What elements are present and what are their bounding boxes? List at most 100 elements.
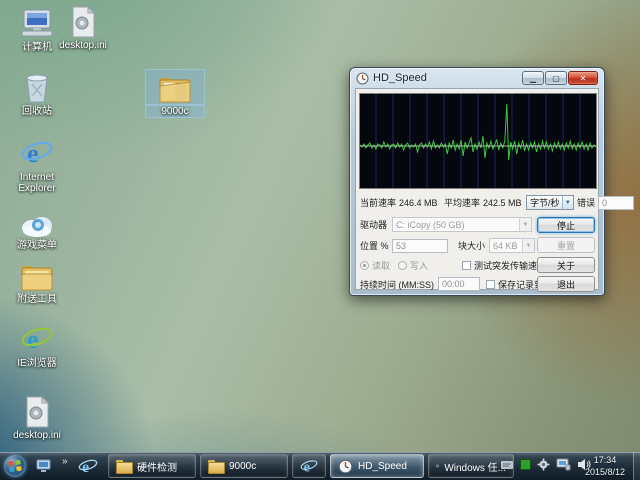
save-checkbox[interactable] (486, 279, 495, 289)
taskbar-button-hardware-check[interactable]: 硬件检测 (108, 454, 196, 478)
rates-row: 当前速率 246.4 MB 平均速率 242.5 MB 字节/秒 ▼ 错误 0 (360, 195, 635, 210)
folder-icon (116, 459, 133, 474)
desktop-icon-ini-top[interactable]: desktop.ini (54, 4, 112, 51)
start-button[interactable] (4, 455, 26, 477)
mode-row: 读取 写入 测试突发传输速率 (360, 259, 546, 272)
desktop-icon-game-menu[interactable]: 游戏菜单 (8, 204, 66, 251)
desktop-icon-label: 附送工具 (17, 294, 57, 305)
desktop-icon-recycle-bin[interactable]: 回收站 (8, 70, 66, 117)
task-manager-icon (436, 464, 440, 468)
block-size-value: 64 KB (493, 240, 518, 251)
taskbar-button-9000c[interactable]: 9000c (200, 454, 288, 478)
desktop-icon-label: Internet Explorer (18, 172, 56, 194)
drive-label: 驱动器 (360, 220, 388, 230)
write-label: 写入 (410, 261, 429, 271)
unit-select-value: 字节/秒 (530, 198, 560, 208)
desktop-icon-bonus-tools[interactable]: 附送工具 (8, 258, 66, 305)
desktop-icon-label: 游戏菜单 (17, 240, 57, 251)
toolbar-overflow-chevron[interactable]: » (62, 456, 68, 467)
ie-green-icon: e (8, 322, 66, 356)
speed-graph (360, 94, 596, 188)
window-client-area: 当前速率 246.4 MB 平均速率 242.5 MB 字节/秒 ▼ 错误 0 … (355, 88, 635, 292)
unit-select[interactable]: 字节/秒 ▼ (526, 195, 575, 210)
app-clock-icon (356, 72, 369, 84)
quick-launch-icon[interactable] (36, 459, 51, 478)
drive-select: C: iCopy (50 GB) ▼ (392, 217, 532, 232)
current-rate-label: 当前速率 (360, 198, 397, 208)
errors-field[interactable]: 0 (598, 195, 635, 210)
stop-button[interactable]: 停止 (537, 217, 595, 233)
ini-file-icon (54, 4, 112, 38)
folder-icon (145, 69, 205, 105)
about-button[interactable]: 关于 (537, 257, 595, 273)
desktop-icon-label: 回收站 (22, 106, 52, 117)
maximize-button[interactable]: ▢ (545, 71, 567, 85)
ie-icon: e (300, 459, 318, 475)
taskbar-button-hd-speed[interactable]: HD_Speed (330, 454, 424, 478)
window-title: HD_Speed (373, 72, 427, 84)
recycle-bin-icon (8, 70, 66, 104)
reset-button: 重置 (537, 237, 595, 253)
desktop-icon-label: IE浏览器 (17, 358, 57, 369)
chevron-down-icon: ▼ (519, 218, 531, 231)
gear-icon[interactable] (537, 458, 550, 471)
desktop-icon-internet-explorer[interactable]: e Internet Explorer (8, 136, 66, 194)
duration-label: 持续时间 (MM:SS) (360, 279, 434, 290)
taskbar-button-label: HD_Speed (358, 460, 407, 472)
ie-icon: e (8, 136, 66, 170)
block-size-label: 块大小 (458, 241, 486, 251)
app-clock-icon (338, 459, 353, 473)
taskbar-button-ie[interactable]: e (292, 454, 326, 478)
errors-label: 错误 (577, 198, 596, 208)
duration-row: 持续时间 (MM:SS) 00:00 保存记录到文件 (360, 277, 561, 291)
ini-file-icon (8, 394, 66, 428)
taskbar-button-label: 9000c (229, 460, 257, 472)
position-field: 53 (392, 238, 448, 253)
cloud-icon (8, 204, 66, 238)
burst-option[interactable]: 测试突发传输速率 (462, 259, 546, 272)
tray-app-icon[interactable] (520, 459, 531, 470)
title-bar[interactable]: HD_Speed ▁ ▢ ✕ (350, 68, 604, 88)
drive-row: 驱动器 C: iCopy (50 GB) ▼ (360, 217, 532, 232)
folder-icon (208, 459, 225, 474)
clock-date: 2015/8/12 (584, 467, 626, 477)
input-method-icon[interactable] (500, 459, 514, 471)
clock-time: 17:34 (593, 455, 617, 465)
taskbar: » e 硬件检测 9000c e HD_Speed Windows 任... 1… (0, 452, 640, 480)
close-button[interactable]: ✕ (568, 71, 598, 85)
average-rate-value: 242.5 MB (483, 197, 522, 208)
minimize-button[interactable]: ▁ (522, 71, 544, 85)
position-label: 位置 % (360, 241, 389, 251)
burst-checkbox[interactable] (462, 261, 472, 270)
taskbar-button-label: 硬件检测 (137, 462, 177, 474)
network-icon[interactable] (556, 458, 571, 471)
write-radio (398, 261, 408, 270)
read-label: 读取 (372, 261, 391, 271)
desktop-icon-9000c[interactable]: 9000c (145, 69, 205, 118)
taskbar-clock[interactable]: 17:34 2015/8/12 (577, 454, 633, 478)
burst-label: 测试突发传输速率 (474, 261, 547, 271)
position-row: 位置 % 53 块大小 64 KB ▼ (360, 238, 536, 253)
drive-select-value: C: iCopy (50 GB) (396, 219, 465, 230)
desktop-icon-label: desktop.ini (13, 430, 61, 441)
folder-icon (8, 258, 66, 292)
desktop-icon-ini-bottom[interactable]: desktop.ini (8, 394, 66, 441)
desktop-icon-ie-browser[interactable]: e IE浏览器 (8, 322, 66, 369)
duration-field: 00:00 (438, 277, 480, 291)
show-desktop-button[interactable] (633, 452, 640, 480)
desktop-icon-label: 9000c (145, 105, 205, 118)
chevron-down-icon: ▼ (561, 196, 574, 209)
exit-button[interactable]: 退出 (537, 276, 595, 292)
desktop: 计算机 desktop.ini 回收站 e Internet Explorer … (0, 0, 640, 480)
current-rate-value: 246.4 MB (399, 197, 438, 208)
chevron-down-icon: ▼ (522, 239, 535, 252)
ie-quicklaunch-icon[interactable]: e (78, 456, 98, 480)
windows-logo-icon (8, 459, 22, 472)
taskbar-button-label: Windows 任... (444, 462, 506, 474)
read-radio (360, 261, 369, 270)
hd-speed-window: HD_Speed ▁ ▢ ✕ 当前速率 246.4 MB 平均速率 242.5 … (349, 67, 635, 296)
block-size-select: 64 KB ▼ (489, 238, 536, 253)
desktop-icon-label: desktop.ini (59, 40, 107, 51)
speed-graph-panel (359, 93, 597, 189)
average-rate-label: 平均速率 (444, 198, 481, 208)
